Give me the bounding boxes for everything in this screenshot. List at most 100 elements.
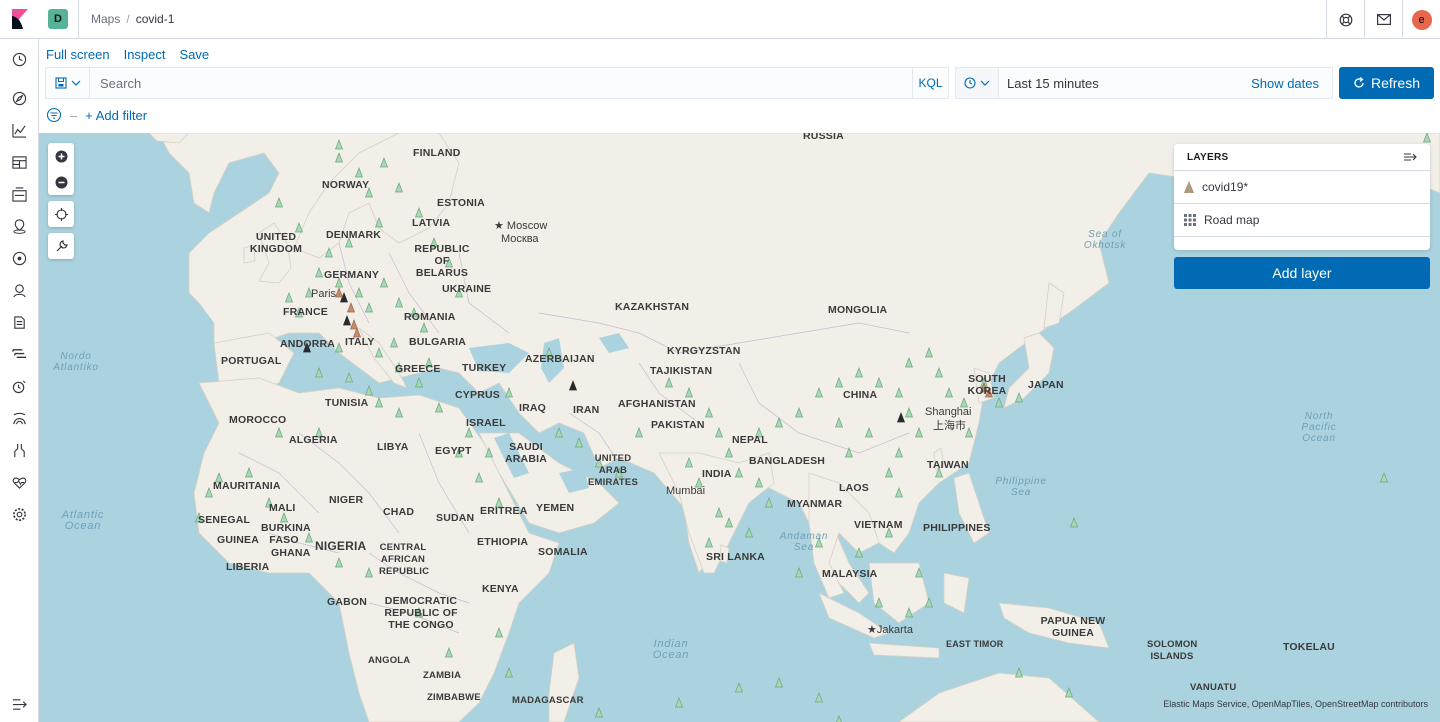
infrastructure-icon[interactable] [11, 282, 28, 299]
minus-icon [55, 176, 67, 188]
monitoring-icon[interactable] [11, 474, 28, 491]
maps-icon[interactable] [11, 218, 28, 235]
covid-marker[interactable] [794, 567, 804, 578]
map-label: GREECE [395, 363, 441, 375]
layer-item-covid19[interactable]: covid19* [1174, 171, 1430, 204]
map-label: CENTRAL AFRICAN REPUBLIC [379, 542, 430, 577]
save-link[interactable]: Save [180, 47, 210, 62]
recently-viewed-icon[interactable] [11, 51, 28, 68]
covid-marker[interactable] [504, 667, 514, 678]
help-button[interactable] [1326, 0, 1364, 39]
set-view-button[interactable] [48, 201, 74, 227]
map-label: VANUATU [1190, 682, 1237, 693]
user-menu-button[interactable]: e [1402, 0, 1440, 39]
covid-marker[interactable] [1379, 472, 1389, 483]
map-label: CHINA [843, 389, 878, 401]
collapse-nav-icon[interactable] [11, 696, 28, 713]
map-label: REPUBLIC OF BELARUS [414, 243, 470, 279]
map-label: MALI [269, 502, 296, 514]
breadcrumb: Maps / covid-1 [91, 12, 174, 26]
apm-icon[interactable] [11, 346, 28, 363]
side-navigation [0, 39, 39, 722]
full-screen-link[interactable]: Full screen [46, 47, 110, 62]
covid-marker[interactable] [1064, 687, 1074, 698]
marker-icon [1184, 181, 1194, 193]
logs-icon[interactable] [11, 314, 28, 331]
ml-icon[interactable] [11, 250, 28, 267]
map-label: FRANCE [283, 306, 328, 318]
map-label: DEMOCRATIC REPUBLIC OF THE CONGO [384, 595, 458, 631]
map-label: NIGERIA [315, 539, 367, 553]
map-label: BULGARIA [409, 336, 467, 348]
map-label: MOROCCO [229, 414, 287, 426]
quick-menu-button[interactable] [956, 68, 999, 98]
kibana-logo-icon[interactable] [0, 0, 39, 39]
search-input[interactable] [90, 68, 912, 98]
covid-marker[interactable] [594, 707, 604, 718]
show-dates-link[interactable]: Show dates [1251, 76, 1332, 91]
map-label: GHANA [271, 547, 311, 559]
map-label: MONGOLIA [828, 304, 888, 316]
map-label: YEMEN [536, 502, 575, 514]
add-filter-button[interactable]: + Add filter [85, 108, 147, 123]
time-range-label[interactable]: Last 15 minutes [999, 76, 1251, 91]
uptime-icon[interactable] [11, 378, 28, 395]
dashboard-icon[interactable] [11, 154, 28, 171]
covid-marker[interactable] [734, 682, 744, 693]
map-label: GERMANY [324, 269, 380, 281]
tools-button[interactable] [48, 233, 74, 259]
saved-query-button[interactable] [46, 68, 90, 98]
layer-control: LAYERS covid19* Road map [1174, 144, 1430, 250]
map-label: INDIA [702, 468, 732, 480]
covid-marker[interactable] [1014, 667, 1024, 678]
zoom-in-button[interactable] [48, 143, 74, 169]
covid-marker[interactable] [414, 377, 424, 388]
covid-marker[interactable] [344, 372, 354, 383]
map-label: SRI LANKA [706, 551, 765, 563]
covid-marker[interactable] [674, 697, 684, 708]
map-label: UNITED ARAB EMIRATES [588, 453, 638, 488]
siem-icon[interactable] [11, 410, 28, 427]
zoom-out-button[interactable] [48, 169, 74, 195]
city-label: ★ Moscow [494, 220, 548, 232]
canvas-icon[interactable] [11, 186, 28, 203]
layer-item-road-map[interactable]: Road map [1174, 204, 1430, 237]
map-label: MYANMAR [787, 498, 843, 510]
covid-marker[interactable] [814, 692, 824, 703]
query-bar: KQL [45, 67, 949, 99]
covid-marker[interactable] [774, 677, 784, 688]
add-layer-button[interactable]: Add layer [1174, 257, 1430, 289]
filter-options-icon[interactable] [46, 107, 62, 123]
covid-marker[interactable] [994, 397, 1004, 408]
inspect-link[interactable]: Inspect [124, 47, 166, 62]
collapse-panel-icon[interactable] [1404, 152, 1417, 162]
zoom-control [48, 143, 74, 195]
covid-marker[interactable] [836, 715, 843, 722]
map-label: ZIMBABWE [427, 692, 481, 703]
sea-label: Philippine Sea [995, 476, 1047, 498]
discover-icon[interactable] [11, 90, 28, 107]
covid-marker[interactable] [574, 437, 584, 448]
visualize-icon[interactable] [11, 122, 28, 139]
covid-marker[interactable] [744, 527, 754, 538]
covid-marker[interactable] [364, 385, 374, 396]
refresh-button[interactable]: Refresh [1339, 67, 1434, 99]
map-label: LAOS [839, 482, 869, 494]
covid-marker[interactable] [314, 367, 324, 378]
breadcrumb-separator: / [126, 12, 130, 26]
clock-icon [964, 77, 976, 89]
management-icon[interactable] [11, 506, 28, 523]
covid-marker[interactable] [764, 497, 774, 508]
chevron-down-icon [980, 80, 990, 86]
map-label: TURKEY [462, 362, 507, 374]
dev-tools-icon[interactable] [11, 442, 28, 459]
top-header: D Maps / covid-1 e [0, 0, 1440, 39]
map-attribution[interactable]: Elastic Maps Service, OpenMapTiles, Open… [1163, 699, 1428, 709]
covid-marker[interactable] [1069, 517, 1079, 528]
breadcrumb-maps[interactable]: Maps [91, 12, 120, 26]
crosshair-icon [54, 207, 68, 221]
newsfeed-button[interactable] [1364, 0, 1402, 39]
space-avatar[interactable]: D [48, 9, 68, 29]
kql-toggle[interactable]: KQL [912, 68, 948, 98]
covid-marker[interactable] [554, 427, 564, 438]
